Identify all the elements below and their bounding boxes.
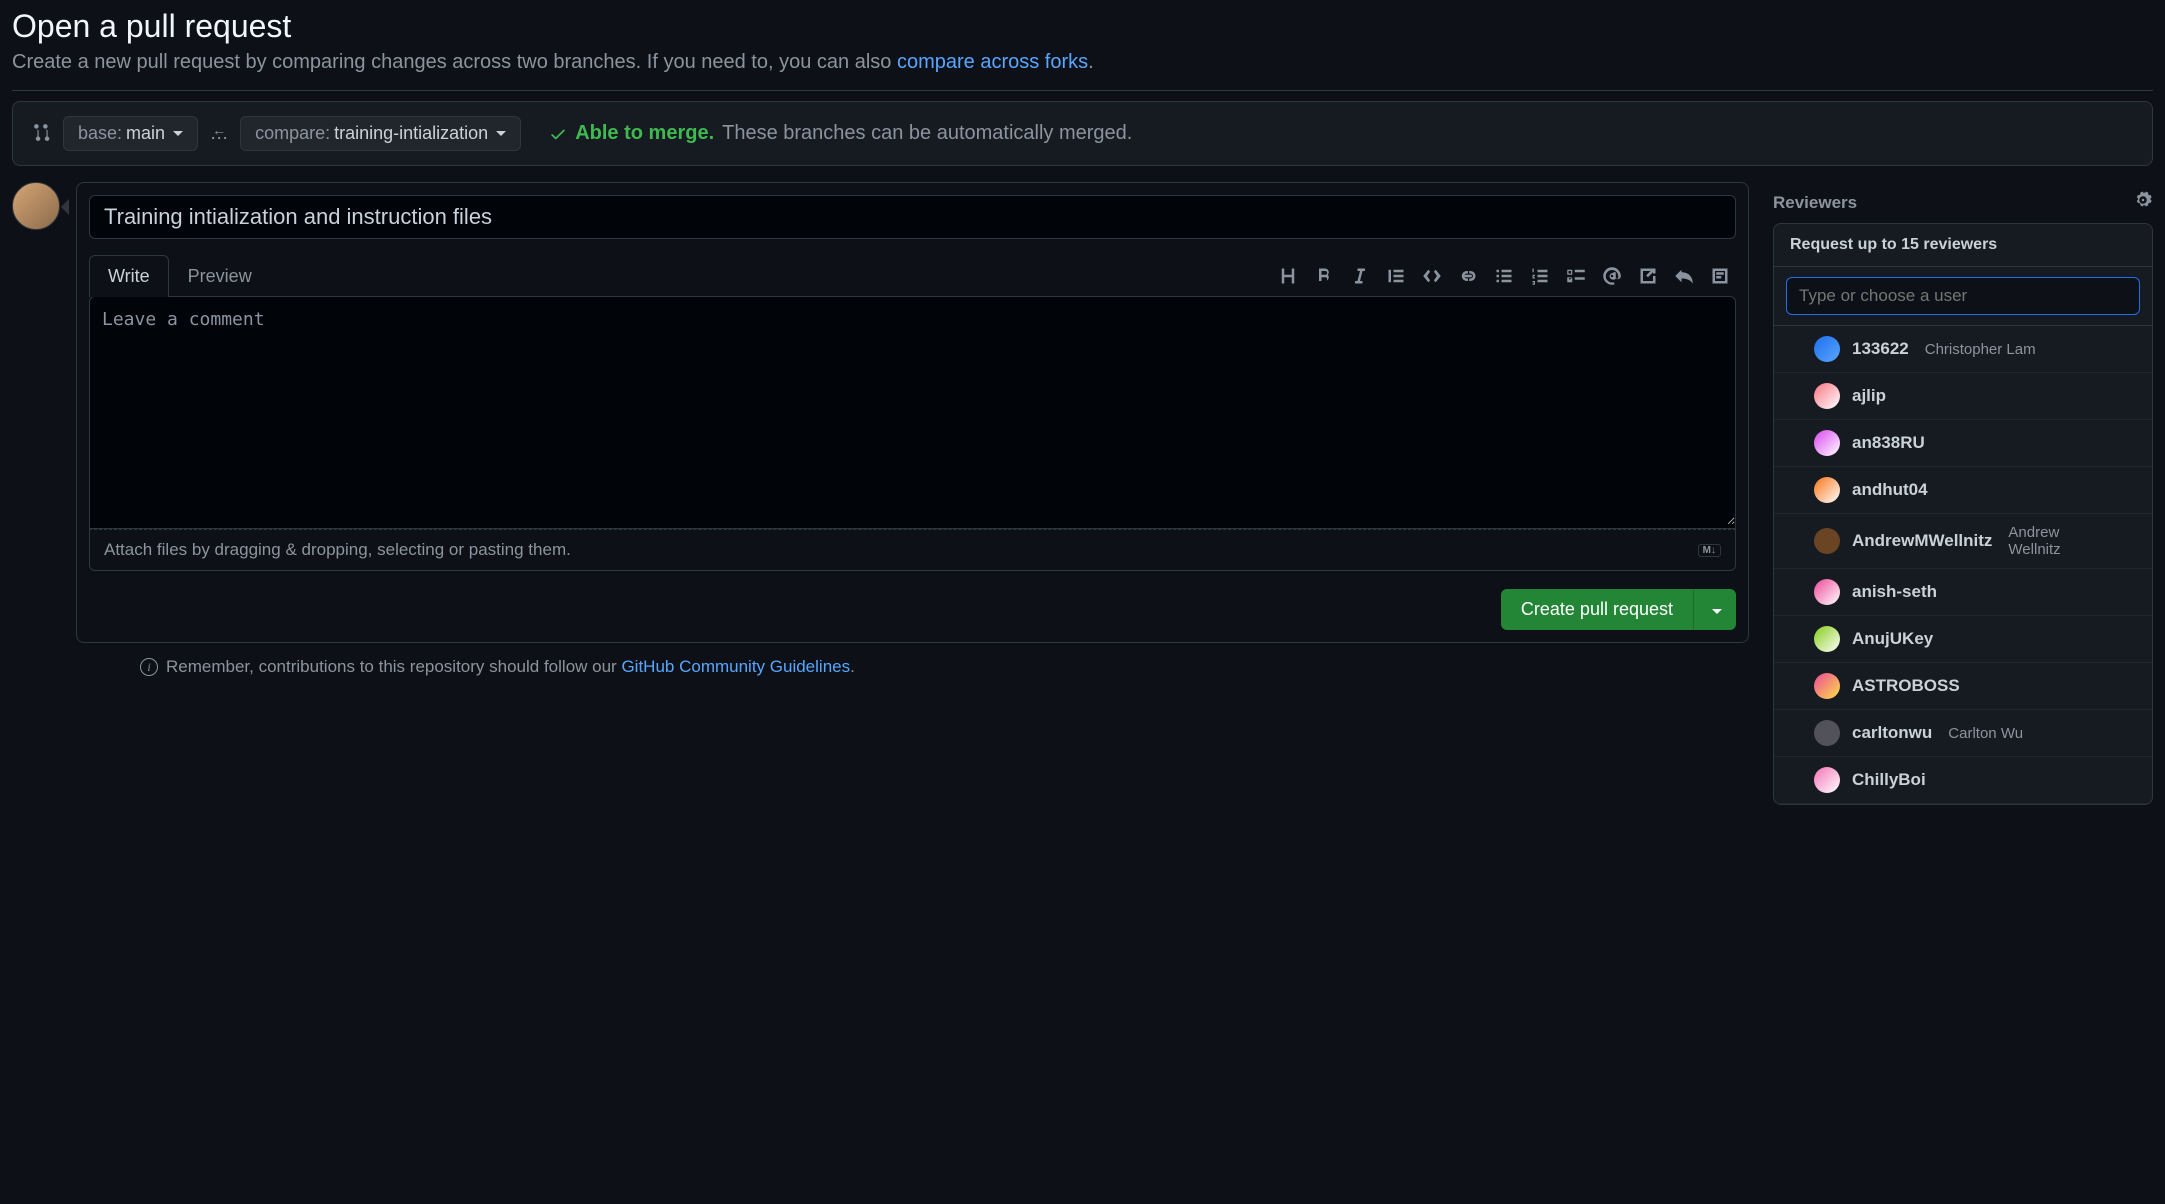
reviewer-username: anish-seth [1852,582,1937,602]
merge-status: Able to merge. These branches can be aut… [549,122,1132,145]
user-avatar [1814,430,1840,456]
reviewers-dropdown: Request up to 15 reviewers 133622 Christo… [1773,223,2153,805]
pr-title-input[interactable] [89,195,1736,239]
link-icon[interactable] [1452,260,1484,292]
reviewer-option[interactable]: ChillyBoi [1774,757,2152,804]
reviewer-username: ChillyBoi [1852,770,1926,790]
reviewer-username: andhut04 [1852,480,1928,500]
cross-reference-icon[interactable] [1632,260,1664,292]
branch-compare-bar: base: main ←⋯ compare: training-intializ… [12,101,2153,166]
user-avatar [1814,336,1840,362]
quote-icon[interactable] [1380,260,1412,292]
markdown-toolbar [1272,260,1736,292]
code-icon[interactable] [1416,260,1448,292]
reviewer-username: ajlip [1852,386,1886,406]
info-icon: i [140,658,158,676]
saved-replies-icon[interactable] [1704,260,1736,292]
reviewer-fullname: Christopher Lam [1925,341,2036,358]
reviewer-username: an838RU [1852,433,1925,453]
reviewer-username: AndrewMWellnitz [1852,531,1992,551]
user-avatar [1814,528,1840,554]
community-guidelines-link[interactable]: GitHub Community Guidelines [621,657,850,676]
reviewer-option[interactable]: an838RU [1774,420,2152,467]
tab-preview[interactable]: Preview [169,255,271,297]
user-avatar [1814,720,1840,746]
create-pull-request-button[interactable]: Create pull request [1501,589,1693,630]
bold-icon[interactable] [1308,260,1340,292]
reviewer-username: ASTROBOSS [1852,676,1960,696]
git-compare-icon [33,123,51,144]
compare-forks-link[interactable]: compare across forks [897,51,1088,73]
reviewer-option[interactable]: AndrewMWellnitz Andrew Wellnitz [1774,514,2152,569]
attach-files-bar[interactable]: Attach files by dragging & dropping, sel… [89,529,1736,571]
tab-write[interactable]: Write [89,255,169,297]
caret-down-icon [496,131,506,136]
arrow-left-icon: ←⋯ [210,126,228,142]
heading-icon[interactable] [1272,260,1304,292]
caret-down-icon [173,131,183,136]
reviewer-option[interactable]: ajlip [1774,373,2152,420]
reviewer-option[interactable]: andhut04 [1774,467,2152,514]
gear-icon[interactable] [2133,190,2153,215]
list-ul-icon[interactable] [1488,260,1520,292]
user-avatar [1814,626,1840,652]
markdown-badge-icon[interactable]: M↓ [1698,544,1721,557]
tasklist-icon[interactable] [1560,260,1592,292]
page-title: Open a pull request [12,8,2153,45]
page-header: Open a pull request Create a new pull re… [12,0,2153,91]
user-avatar [1814,383,1840,409]
author-avatar [12,182,60,230]
create-pr-dropdown-button[interactable] [1693,589,1736,630]
reviewer-option[interactable]: carltonwu Carlton Wu [1774,710,2152,757]
dropdown-title: Request up to 15 reviewers [1774,224,2152,267]
reply-icon[interactable] [1668,260,1700,292]
base-branch-select[interactable]: base: main [63,116,198,151]
reviewer-option[interactable]: AnujUKey [1774,616,2152,663]
mention-icon[interactable] [1596,260,1628,292]
user-avatar [1814,767,1840,793]
reviewer-option[interactable]: anish-seth [1774,569,2152,616]
caret-down-icon [1712,609,1722,614]
comment-textarea[interactable] [90,297,1735,525]
reviewers-list[interactable]: 133622 Christopher Lam ajlip an838RU andhut0… [1774,326,2152,804]
compare-branch-select[interactable]: compare: training-intialization [240,116,521,151]
reviewer-username: carltonwu [1852,723,1932,743]
italic-icon[interactable] [1344,260,1376,292]
check-icon [549,125,567,143]
reviewer-username: 133622 [1852,339,1909,359]
reviewer-username: AnujUKey [1852,629,1933,649]
reviewers-header[interactable]: Reviewers [1773,182,2153,223]
reviewer-option[interactable]: 133622 Christopher Lam [1774,326,2152,373]
reviewer-fullname: Carlton Wu [1948,725,2023,742]
user-avatar [1814,477,1840,503]
reviewer-fullname: Andrew Wellnitz [2008,524,2112,558]
user-avatar [1814,579,1840,605]
page-subtitle: Create a new pull request by comparing c… [12,51,2153,74]
reviewer-option[interactable]: ASTROBOSS [1774,663,2152,710]
compose-box: Write Preview [76,182,1749,643]
user-avatar [1814,673,1840,699]
contribution-footnote: i Remember, contributions to this reposi… [140,657,1749,677]
list-ol-icon[interactable] [1524,260,1556,292]
reviewer-search-input[interactable] [1786,277,2140,315]
editor-tabs: Write Preview [89,255,271,297]
sidebar: Reviewers Request up to 15 reviewers 133… [1773,182,2153,805]
